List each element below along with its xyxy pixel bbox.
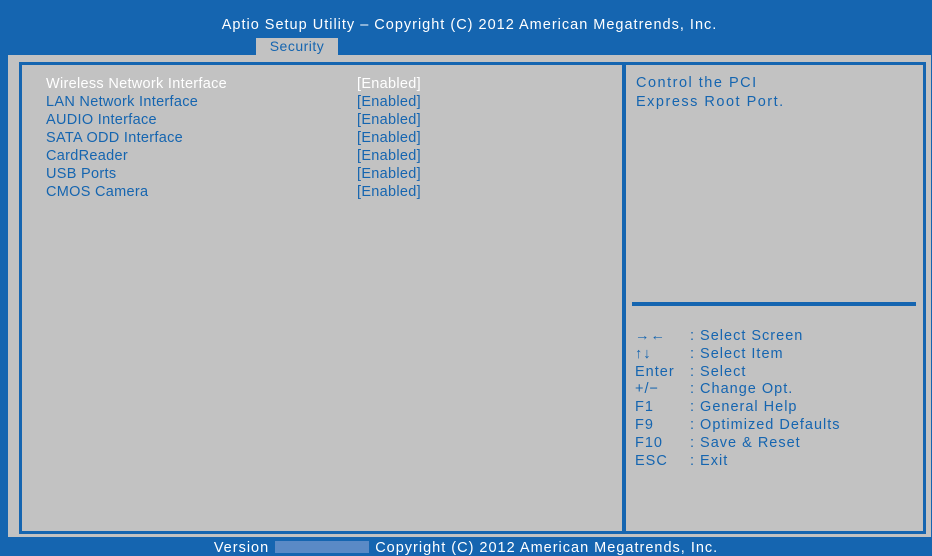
- key-name: +/−: [635, 381, 659, 398]
- scroll-indicator: [127, 524, 457, 526]
- key-name: F9: [635, 416, 654, 433]
- settings-panel: Wireless Network Interface [Enabled] LAN…: [19, 62, 626, 534]
- tab-security[interactable]: Security: [256, 38, 338, 55]
- key-description: : General Help: [690, 399, 798, 416]
- menu-item-wireless-network-interface[interactable]: Wireless Network Interface [Enabled]: [46, 76, 606, 94]
- menu-item-cardreader[interactable]: CardReader [Enabled]: [46, 148, 606, 166]
- version-label: Version: [213, 540, 270, 556]
- key-description: : Select: [690, 363, 747, 380]
- main-area: Wireless Network Interface [Enabled] LAN…: [8, 55, 931, 537]
- menu-item-label: SATA ODD Interface: [46, 130, 184, 146]
- key-row-select-item: ↑↓ : Select Item: [635, 346, 915, 364]
- menu-item-label: LAN Network Interface: [46, 94, 199, 110]
- menu-item-value[interactable]: [Enabled]: [357, 166, 421, 182]
- redacted-version-number: [275, 541, 370, 553]
- arrow-up-down-icon: ↑↓: [635, 345, 652, 362]
- key-row-exit: ESC : Exit: [635, 453, 915, 471]
- help-line: Control the PCI: [636, 75, 758, 91]
- header-bar: Aptio Setup Utility – Copyright (C) 2012…: [8, 8, 931, 55]
- key-row-general-help: F1 : General Help: [635, 399, 915, 417]
- key-name: ESC: [635, 452, 668, 469]
- key-legend: →← : Select Screen ↑↓ : Select Item Ente…: [635, 328, 915, 470]
- key-description: : Exit: [690, 452, 729, 469]
- menu-item-value[interactable]: [Enabled]: [357, 94, 421, 110]
- footer-copyright: Copyright (C) 2012 American Megatrends, …: [375, 540, 719, 556]
- menu-item-label: CardReader: [46, 148, 128, 164]
- footer-version: Version Copyright (C) 2012 American Megat…: [0, 540, 932, 556]
- menu-item-label: CMOS Camera: [46, 184, 149, 200]
- arrow-left-right-icon: →←: [635, 328, 666, 344]
- menu-item-audio-interface[interactable]: AUDIO Interface [Enabled]: [46, 112, 606, 130]
- key-row-change-opt: +/− : Change Opt.: [635, 381, 915, 399]
- key-row-optimized-defaults: F9 : Optimized Defaults: [635, 417, 915, 435]
- key-description: : Save & Reset: [690, 434, 801, 451]
- key-row-select-screen: →← : Select Screen: [635, 328, 915, 346]
- menu-item-value[interactable]: [Enabled]: [357, 148, 421, 164]
- menu-item-lan-network-interface[interactable]: LAN Network Interface [Enabled]: [46, 94, 606, 112]
- menu-item-value[interactable]: [Enabled]: [357, 76, 421, 92]
- menu-item-value[interactable]: [Enabled]: [357, 184, 421, 200]
- help-panel: Control the PCI Express Root Port. →← : …: [622, 62, 926, 534]
- menu-item-label: USB Ports: [46, 166, 117, 182]
- menu-item-label: AUDIO Interface: [46, 112, 157, 128]
- key-description: : Select Screen: [690, 328, 804, 344]
- key-description: : Optimized Defaults: [690, 416, 841, 433]
- key-description: : Select Item: [690, 345, 784, 362]
- menu-item-label: Wireless Network Interface: [46, 76, 228, 92]
- key-row-save-reset: F10 : Save & Reset: [635, 435, 915, 453]
- help-line: Express Root Port.: [636, 94, 785, 110]
- key-name: F1: [635, 399, 654, 416]
- help-description: Control the PCI Express Root Port.: [636, 74, 916, 112]
- menu-item-cmos-camera[interactable]: CMOS Camera [Enabled]: [46, 184, 606, 202]
- menu-item-usb-ports[interactable]: USB Ports [Enabled]: [46, 166, 606, 184]
- help-divider: [632, 302, 916, 306]
- key-name: F10: [635, 434, 663, 451]
- key-name: Enter: [635, 363, 675, 380]
- menu-item-value[interactable]: [Enabled]: [357, 112, 421, 128]
- utility-title: Aptio Setup Utility – Copyright (C) 2012…: [221, 17, 718, 33]
- key-row-enter: Enter : Select: [635, 364, 915, 382]
- key-description: : Change Opt.: [690, 381, 794, 398]
- menu-item-value[interactable]: [Enabled]: [357, 130, 421, 146]
- menu-item-sata-odd-interface[interactable]: SATA ODD Interface [Enabled]: [46, 130, 606, 148]
- footer-bar: Version Copyright (C) 2012 American Megat…: [0, 537, 932, 556]
